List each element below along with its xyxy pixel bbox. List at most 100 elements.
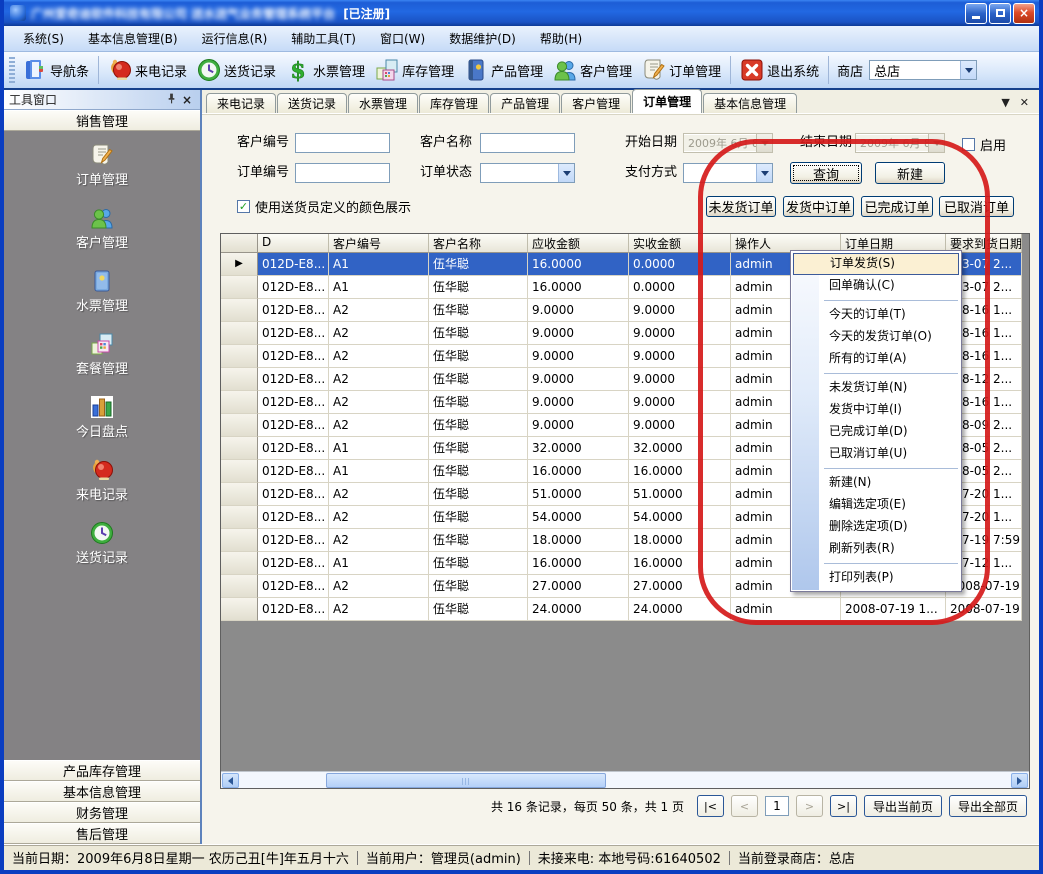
toolbar-call-records[interactable]: 来电记录 — [103, 56, 192, 84]
row-selector[interactable] — [221, 391, 258, 414]
column-header-4[interactable]: 应收金额 — [528, 234, 629, 253]
toolbar-water-tickets[interactable]: $ 水票管理 — [281, 56, 370, 84]
context-menu-item[interactable]: 未发货订单(N) — [791, 377, 961, 399]
context-menu-item[interactable]: 今天的发货订单(O) — [791, 326, 961, 348]
tab-call-records[interactable]: 来电记录 — [206, 93, 276, 113]
sidebar-item-delivery-records[interactable]: 送货记录 — [4, 521, 200, 584]
row-selector[interactable] — [221, 414, 258, 437]
row-selector[interactable] — [221, 368, 258, 391]
first-page-button[interactable]: |< — [697, 795, 724, 817]
tab-inventory[interactable]: 库存管理 — [419, 93, 489, 113]
context-menu-item[interactable]: 已取消订单(U) — [791, 443, 961, 465]
row-selector[interactable] — [221, 506, 258, 529]
chevron-down-icon[interactable] — [960, 61, 976, 79]
menu-window[interactable]: 窗口(W) — [369, 27, 436, 51]
horizontal-scrollbar[interactable] — [221, 771, 1029, 788]
tab-delivery-records[interactable]: 送货记录 — [277, 93, 347, 113]
toolbar-products[interactable]: 产品管理 — [459, 56, 548, 84]
menu-system[interactable]: 系统(S) — [12, 27, 75, 51]
chevron-down-icon[interactable] — [928, 134, 944, 152]
shop-select[interactable]: 总店 — [869, 60, 977, 80]
context-menu-item[interactable]: 回单确认(C) — [791, 275, 961, 297]
tab-close-icon[interactable]: ✕ — [1020, 96, 1029, 109]
chevron-down-icon[interactable] — [558, 164, 574, 182]
context-menu-item[interactable]: 发货中订单(I) — [791, 399, 961, 421]
toolbar-customers[interactable]: 客户管理 — [548, 56, 637, 84]
query-button[interactable]: 查询 — [790, 162, 862, 184]
row-selector[interactable] — [221, 483, 258, 506]
menu-data-maintenance[interactable]: 数据维护(D) — [438, 27, 527, 51]
context-menu-item[interactable]: 订单发货(S) — [793, 253, 959, 275]
filter-cancelled-button[interactable]: 已取消订单 — [939, 196, 1014, 217]
row-selector[interactable] — [221, 322, 258, 345]
tool-window-close-icon[interactable]: × — [179, 92, 195, 108]
tab-water-tickets[interactable]: 水票管理 — [348, 93, 418, 113]
scroll-left-icon[interactable] — [222, 773, 239, 788]
column-header-3[interactable]: 客户名称 — [429, 234, 528, 253]
column-header-0[interactable] — [221, 234, 258, 253]
tab-list-dropdown-icon[interactable]: ▼ — [1001, 96, 1009, 109]
row-selector[interactable] — [221, 598, 258, 621]
context-menu-item[interactable]: 今天的订单(T) — [791, 304, 961, 326]
sidebar-item-customers[interactable]: 客户管理 — [4, 206, 200, 269]
start-date-picker[interactable]: 2009年 6月 8日 — [683, 133, 773, 153]
next-page-button[interactable]: > — [796, 795, 823, 817]
chevron-down-icon[interactable] — [756, 134, 772, 152]
tab-basic-info[interactable]: 基本信息管理 — [703, 93, 797, 113]
export-current-page-button[interactable]: 导出当前页 — [864, 795, 942, 817]
customer-no-input[interactable] — [295, 133, 390, 153]
filter-completed-button[interactable]: 已完成订单 — [861, 196, 933, 217]
toolbar-inventory[interactable]: 库存管理 — [370, 56, 459, 84]
sidebar-section-product-inventory[interactable]: 产品库存管理 — [4, 760, 200, 781]
sidebar-item-call-records[interactable]: 来电记录 — [4, 458, 200, 521]
toolbar-navbar[interactable]: 导航条 — [18, 56, 94, 84]
context-menu-item[interactable]: 刷新列表(R) — [791, 538, 961, 560]
tab-customers[interactable]: 客户管理 — [561, 93, 631, 113]
toolbar-exit[interactable]: 退出系统 — [735, 56, 824, 84]
order-no-input[interactable] — [295, 163, 390, 183]
column-header-1[interactable]: D — [258, 234, 329, 253]
export-all-pages-button[interactable]: 导出全部页 — [949, 795, 1027, 817]
row-selector[interactable] — [221, 437, 258, 460]
context-menu-item[interactable]: 打印列表(P) — [791, 567, 961, 589]
chevron-down-icon[interactable] — [756, 164, 772, 182]
sidebar-section-after-sales[interactable]: 售后管理 — [4, 823, 200, 844]
sidebar-section-basic-info[interactable]: 基本信息管理 — [4, 781, 200, 802]
table-row[interactable]: 012D-E8...A2伍华聪24.000024.0000admin2008-0… — [221, 598, 1022, 621]
column-header-2[interactable]: 客户编号 — [329, 234, 429, 253]
deliveryman-color-checkbox[interactable]: ✓ — [237, 200, 250, 213]
close-button[interactable]: × — [1013, 3, 1035, 24]
tab-products[interactable]: 产品管理 — [490, 93, 560, 113]
new-button[interactable]: 新建 — [875, 162, 945, 184]
sidebar-item-packages[interactable]: 套餐管理 — [4, 332, 200, 395]
row-selector[interactable] — [221, 345, 258, 368]
context-menu-item[interactable]: 所有的订单(A) — [791, 348, 961, 370]
order-status-select[interactable] — [480, 163, 575, 183]
toolbar-delivery-records[interactable]: 送货记录 — [192, 56, 281, 84]
toolbar-orders[interactable]: 订单管理 — [637, 56, 726, 84]
menu-aux-tools[interactable]: 辅助工具(T) — [280, 27, 367, 51]
filter-unshipped-button[interactable]: 未发货订单 — [706, 196, 776, 217]
sidebar-section-sales[interactable]: 销售管理 — [4, 110, 200, 131]
sidebar-item-daily-check[interactable]: 今日盘点 — [4, 395, 200, 458]
prev-page-button[interactable]: < — [731, 795, 758, 817]
context-menu-item[interactable]: 编辑选定项(E) — [791, 494, 961, 516]
end-date-picker[interactable]: 2009年 6月 8日 — [855, 133, 945, 153]
page-number-input[interactable] — [765, 796, 789, 816]
minimize-button[interactable] — [965, 3, 987, 24]
pin-icon[interactable] — [163, 92, 179, 108]
row-selector[interactable] — [221, 460, 258, 483]
pay-method-select[interactable] — [683, 163, 773, 183]
maximize-button[interactable] — [989, 3, 1011, 24]
sidebar-item-water-tickets[interactable]: 水票管理 — [4, 269, 200, 332]
last-page-button[interactable]: >| — [830, 795, 857, 817]
context-menu-item[interactable]: 新建(N) — [791, 472, 961, 494]
scrollbar-thumb[interactable] — [326, 773, 606, 788]
row-selector[interactable] — [221, 299, 258, 322]
sidebar-section-finance[interactable]: 财务管理 — [4, 802, 200, 823]
row-selector[interactable] — [221, 575, 258, 598]
context-menu-item[interactable]: 已完成订单(D) — [791, 421, 961, 443]
filter-shipping-button[interactable]: 发货中订单 — [783, 196, 854, 217]
menu-run-info[interactable]: 运行信息(R) — [191, 27, 279, 51]
enable-date-checkbox[interactable] — [962, 138, 975, 151]
